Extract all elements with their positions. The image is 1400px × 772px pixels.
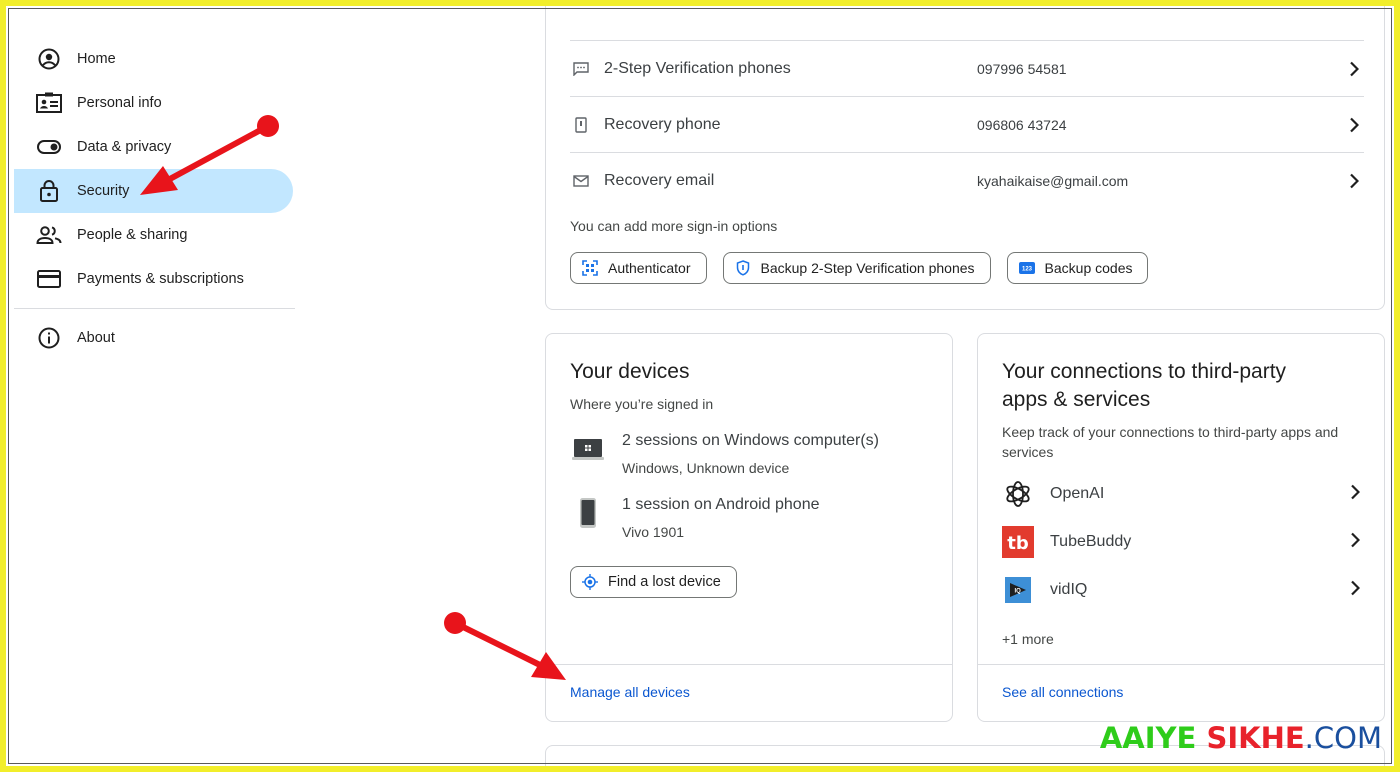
qr-scan-icon (580, 258, 600, 278)
authenticator-button[interactable]: Authenticator (570, 252, 707, 284)
see-all-connections-link[interactable]: See all connections (1002, 684, 1123, 700)
row-2sv-phones[interactable]: 2-Step Verification phones 097996 54581 (570, 40, 1364, 96)
row-value: 096806 43724 (977, 116, 1067, 133)
sidebar-item-personal-info[interactable]: Personal info (14, 81, 294, 125)
device-title: 2 sessions on Windows computer(s) (622, 432, 879, 449)
watermark-part2: SIKHE (1206, 721, 1305, 755)
chevron-right-icon (1344, 61, 1364, 77)
mail-icon (570, 174, 592, 187)
signin-options-card: 2-Step Verification phones 097996 54581 … (545, 0, 1385, 310)
signin-hint: You can add more sign-in options (570, 218, 778, 234)
shield-icon (733, 258, 753, 278)
sms-icon (570, 61, 592, 76)
chevron-right-icon (1350, 580, 1361, 601)
svg-text:123: 123 (1022, 267, 1033, 273)
sidebar-item-people-sharing[interactable]: People & sharing (14, 213, 294, 257)
connection-item-openai[interactable]: OpenAI (1002, 476, 1361, 512)
codes-123-icon: 123 (1017, 258, 1037, 278)
more-connections-count: +1 more (1002, 631, 1054, 647)
connections-title-line1: Your connections to third-party (1002, 360, 1287, 383)
row-recovery-phone[interactable]: Recovery phone 096806 43724 (570, 96, 1364, 152)
row-label: Recovery phone (604, 115, 721, 133)
watermark-logo: AAIYE SIKHE.COM (1100, 721, 1382, 755)
row-value: 097996 54581 (977, 60, 1067, 77)
id-card-icon (36, 91, 62, 115)
connection-name: OpenAI (1050, 485, 1105, 502)
sidebar-divider (14, 308, 295, 309)
connections-title-line2: apps & services (1002, 388, 1151, 411)
sidebar-item-label: Personal info (77, 95, 162, 111)
connection-name: TubeBuddy (1050, 533, 1132, 550)
connection-item-tubebuddy[interactable]: tb TubeBuddy (1002, 524, 1361, 560)
sidebar-item-label: About (77, 330, 115, 346)
account-circle-icon (36, 47, 62, 71)
device-item-android[interactable]: 1 session on Android phone Vivo 1901 (570, 495, 819, 542)
sidebar-item-label: Data & privacy (77, 139, 172, 155)
chevron-right-icon (1344, 173, 1364, 189)
devices-footer: Manage all devices (546, 664, 952, 721)
row-label: Recovery email (604, 171, 715, 189)
sidebar-item-about[interactable]: About (14, 316, 294, 360)
chip-label: Authenticator (608, 260, 691, 276)
find-lost-device-label: Find a lost device (608, 574, 721, 590)
sidebar-item-label: Payments & subscriptions (77, 271, 244, 287)
people-icon (36, 223, 62, 247)
connections-subtitle: Keep track of your connections to third-… (1002, 422, 1338, 462)
chip-label: Backup codes (1044, 260, 1133, 276)
toggle-icon (36, 135, 62, 159)
connections-title: Your connections to third-party apps & s… (1002, 358, 1286, 414)
vidiq-logo-icon: IQ (1002, 574, 1034, 606)
find-lost-device-button[interactable]: Find a lost device (570, 566, 737, 598)
openai-logo-icon (1002, 478, 1034, 510)
sidebar-item-home[interactable]: Home (14, 37, 294, 81)
android-phone-icon (570, 495, 606, 531)
signin-chips: Authenticator Backup 2-Step Verification… (570, 252, 1149, 284)
chevron-right-icon (1344, 117, 1364, 133)
devices-title: Your devices (570, 360, 690, 383)
credit-card-icon (36, 267, 62, 291)
tubebuddy-logo-icon: tb (1002, 526, 1034, 558)
device-sub: Windows, Unknown device (622, 460, 790, 476)
chevron-right-icon (1350, 484, 1361, 505)
row-value: kyahaikaise@gmail.com (977, 172, 1129, 189)
device-sub: Vivo 1901 (622, 524, 685, 540)
backup-2sv-phones-button[interactable]: Backup 2-Step Verification phones (722, 252, 991, 284)
connections-footer: See all connections (978, 664, 1384, 721)
svg-text:tb: tb (1007, 533, 1029, 554)
chevron-right-icon (1350, 532, 1361, 553)
watermark-part3: .COM (1304, 721, 1382, 755)
device-title: 1 session on Android phone (622, 496, 820, 513)
connections-card: Your connections to third-party apps & s… (977, 333, 1385, 722)
laptop-icon (570, 431, 606, 467)
connections-subtitle-line1: Keep track of your connections to third-… (1002, 424, 1339, 440)
watermark-part1: AAIYE (1099, 721, 1207, 755)
info-icon (36, 326, 62, 350)
sidebar-item-security[interactable]: Security (14, 169, 293, 213)
connections-subtitle-line2: services (1002, 444, 1054, 460)
sidebar-item-label: Security (77, 183, 130, 199)
sidebar-item-data-privacy[interactable]: Data & privacy (14, 125, 294, 169)
lock-icon (36, 179, 62, 203)
sidebar-item-payments[interactable]: Payments & subscriptions (14, 257, 294, 301)
devices-subtitle: Where you’re signed in (570, 396, 714, 412)
locate-icon (580, 574, 600, 590)
sidebar-nav: Home Personal info Data & privacy Securi… (14, 37, 295, 360)
row-label: 2-Step Verification phones (604, 59, 791, 77)
sidebar-item-label: People & sharing (77, 227, 188, 243)
backup-codes-button[interactable]: 123 Backup codes (1006, 252, 1149, 284)
devices-card: Your devices Where you’re signed in 2 se… (545, 333, 953, 722)
sidebar-item-label: Home (77, 51, 116, 67)
manage-all-devices-link[interactable]: Manage all devices (570, 684, 690, 700)
svg-text:IQ: IQ (1015, 589, 1022, 595)
connection-name: vidIQ (1050, 581, 1088, 598)
device-item-windows[interactable]: 2 sessions on Windows computer(s) Window… (570, 431, 879, 478)
phone-icon (570, 116, 592, 133)
connection-item-vidiq[interactable]: IQ vidIQ (1002, 572, 1361, 608)
row-recovery-email[interactable]: Recovery email kyahaikaise@gmail.com (570, 152, 1364, 208)
chip-label: Backup 2-Step Verification phones (760, 260, 975, 276)
